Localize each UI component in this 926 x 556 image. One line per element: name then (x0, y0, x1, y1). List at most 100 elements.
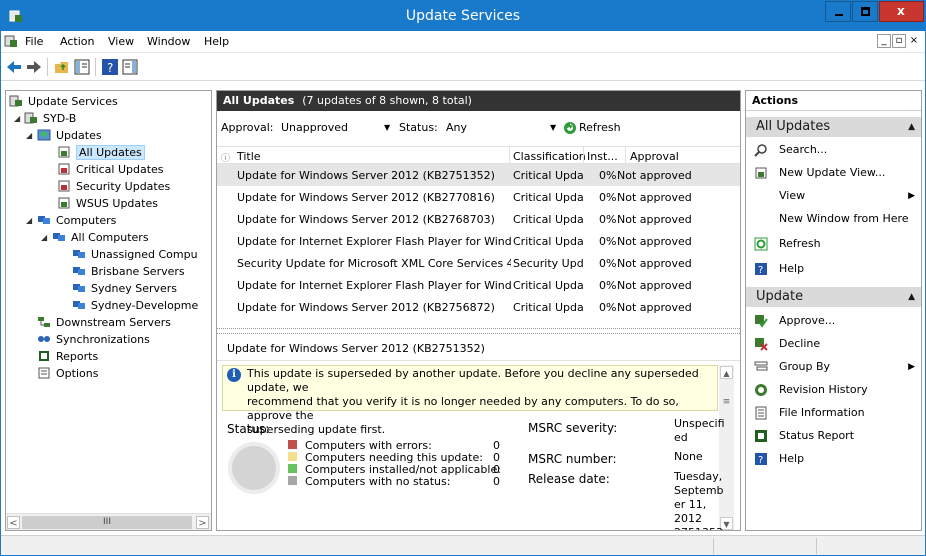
tree-computers[interactable]: Computers (37, 212, 116, 229)
actions-section-all-updates[interactable]: All Updates ▲ (746, 117, 921, 137)
col-classification[interactable]: Classification (513, 150, 586, 163)
action-new-update-view[interactable]: New Update View... (746, 162, 921, 184)
tree-sydney[interactable]: Sydney Servers (72, 280, 177, 297)
collapse-triangle-icon[interactable]: ▲ (908, 287, 915, 307)
action-help-update[interactable]: ? Help (746, 448, 921, 470)
info-icon: i (227, 368, 241, 382)
dropdown-arrow-icon[interactable]: ▼ (550, 123, 556, 132)
action-view[interactable]: View ▶ (746, 185, 921, 207)
tree-server[interactable]: SYD-B (24, 110, 76, 127)
menu-window[interactable]: Window (147, 35, 190, 48)
col-installed[interactable]: Inst... (587, 150, 618, 163)
refresh-icon[interactable] (563, 121, 577, 135)
search-icon (754, 144, 767, 157)
col-approval[interactable]: Approval (630, 150, 679, 163)
pane-splitter[interactable] (217, 328, 740, 334)
table-row[interactable]: Update for Windows Server 2012 (KB275687… (217, 296, 740, 318)
close-button[interactable]: x (879, 1, 924, 22)
tree-root[interactable]: Update Services (9, 93, 118, 110)
critical-updates-icon (58, 163, 70, 175)
forward-arrow-icon[interactable] (25, 58, 43, 76)
action-approve[interactable]: Approve... (746, 310, 921, 332)
mdi-minimize-button[interactable]: _ (877, 34, 891, 48)
table-row[interactable]: Update for Windows Server 2012 (KB276870… (217, 208, 740, 230)
action-help[interactable]: ? Help (746, 258, 921, 280)
action-status-report[interactable]: Status Report (746, 425, 921, 447)
collapse-triangle-icon[interactable]: ▲ (908, 117, 915, 137)
status-report-icon (755, 430, 767, 442)
action-group-by[interactable]: Group By ▶ (746, 356, 921, 378)
mdi-close-button[interactable]: × (907, 35, 921, 49)
action-decline[interactable]: Decline (746, 333, 921, 355)
tree-options[interactable]: Options (37, 365, 98, 382)
filter-bar: Approval: Unapproved ▼ Status: Any ▼ Ref… (217, 117, 740, 139)
legend-swatch (288, 452, 297, 461)
system-menu-icon[interactable] (4, 34, 18, 48)
revision-history-icon (755, 384, 767, 396)
close-icon: x (897, 4, 905, 18)
approval-dropdown[interactable]: Unapproved (281, 121, 348, 134)
collapse-arrow-icon[interactable]: ◢ (26, 216, 32, 225)
scroll-thumb[interactable]: ≡ (721, 397, 732, 407)
action-revision-history[interactable]: Revision History (746, 379, 921, 401)
table-row[interactable]: Update for Internet Explorer Flash Playe… (217, 274, 740, 296)
menu-file[interactable]: File (25, 35, 43, 48)
updates-grid: ⓘ Title Classification Inst... Approval … (217, 146, 740, 318)
action-new-window[interactable]: New Window from Here (746, 208, 921, 230)
back-arrow-icon[interactable] (5, 58, 23, 76)
actions-section-update[interactable]: Update ▲ (746, 287, 921, 307)
tree-brisbane[interactable]: Brisbane Servers (72, 263, 185, 280)
dropdown-arrow-icon[interactable]: ▼ (384, 123, 390, 132)
tree-unassigned[interactable]: Unassigned Compu (72, 246, 198, 263)
tree-reports[interactable]: Reports (37, 348, 98, 365)
collapse-arrow-icon[interactable]: ◢ (41, 233, 47, 242)
main-window: Update Services x File Action View Windo… (0, 0, 926, 556)
collapse-arrow-icon[interactable]: ◢ (14, 114, 20, 123)
scroll-right-icon[interactable]: > (196, 516, 209, 529)
computer-group-icon (53, 233, 65, 241)
menu-bar: File Action View Window Help _ ▫ × (1, 31, 925, 53)
table-row[interactable]: Security Update for Microsoft XML Core S… (217, 252, 740, 274)
tree-sydney-dev[interactable]: Sydney-Developme (72, 297, 198, 314)
tree-wsus-updates[interactable]: WSUS Updates (57, 195, 158, 212)
info-column-icon[interactable]: ⓘ (221, 151, 230, 164)
actions-pane: Actions All Updates ▲ Search... New Updat… (745, 90, 922, 531)
menu-action[interactable]: Action (60, 35, 94, 48)
tree-all-updates[interactable]: All Updates (57, 144, 145, 161)
scroll-up-icon[interactable]: ▲ (720, 366, 733, 379)
show-hide-tree-icon[interactable] (73, 58, 91, 76)
refresh-button[interactable]: Refresh (579, 121, 621, 134)
tree-updates[interactable]: Updates (37, 127, 102, 144)
tree-security-updates[interactable]: Security Updates (57, 178, 170, 195)
tree-synchronizations[interactable]: Synchronizations (37, 331, 150, 348)
help-icon[interactable]: ? (101, 58, 119, 76)
show-hide-action-pane-icon[interactable] (121, 58, 139, 76)
tree-downstream[interactable]: Downstream Servers (37, 314, 171, 331)
mdi-controls: _ ▫ × (876, 33, 921, 49)
submenu-arrow-icon: ▶ (908, 191, 915, 201)
maximize-button[interactable] (852, 1, 878, 22)
tree-critical-updates[interactable]: Critical Updates (57, 161, 164, 178)
legend-swatch (288, 476, 297, 485)
menu-help[interactable]: Help (204, 35, 229, 48)
status-dropdown[interactable]: Any (446, 121, 467, 134)
up-folder-icon[interactable] (53, 58, 71, 76)
scroll-thumb[interactable]: III (22, 516, 192, 529)
table-row[interactable]: Update for Windows Server 2012 (KB275135… (217, 164, 740, 186)
col-title[interactable]: Title (237, 150, 261, 163)
table-row[interactable]: Update for Windows Server 2012 (KB277081… (217, 186, 740, 208)
collapse-arrow-icon[interactable]: ◢ (26, 131, 32, 140)
downstream-servers-icon (38, 317, 50, 327)
wsus-server-icon (9, 95, 22, 107)
action-file-information[interactable]: File Information (746, 402, 921, 424)
legend-swatch (288, 464, 297, 473)
scroll-left-icon[interactable]: < (7, 516, 20, 529)
menu-view[interactable]: View (108, 35, 134, 48)
action-refresh[interactable]: Refresh (746, 233, 921, 255)
tree-all-computers[interactable]: All Computers (52, 229, 149, 246)
table-row[interactable]: Update for Internet Explorer Flash Playe… (217, 230, 740, 252)
mdi-restore-button[interactable]: ▫ (892, 34, 906, 48)
minimize-button[interactable] (825, 1, 851, 22)
action-search[interactable]: Search... (746, 139, 921, 161)
tree-horizontal-scrollbar[interactable]: < III > (6, 513, 211, 530)
